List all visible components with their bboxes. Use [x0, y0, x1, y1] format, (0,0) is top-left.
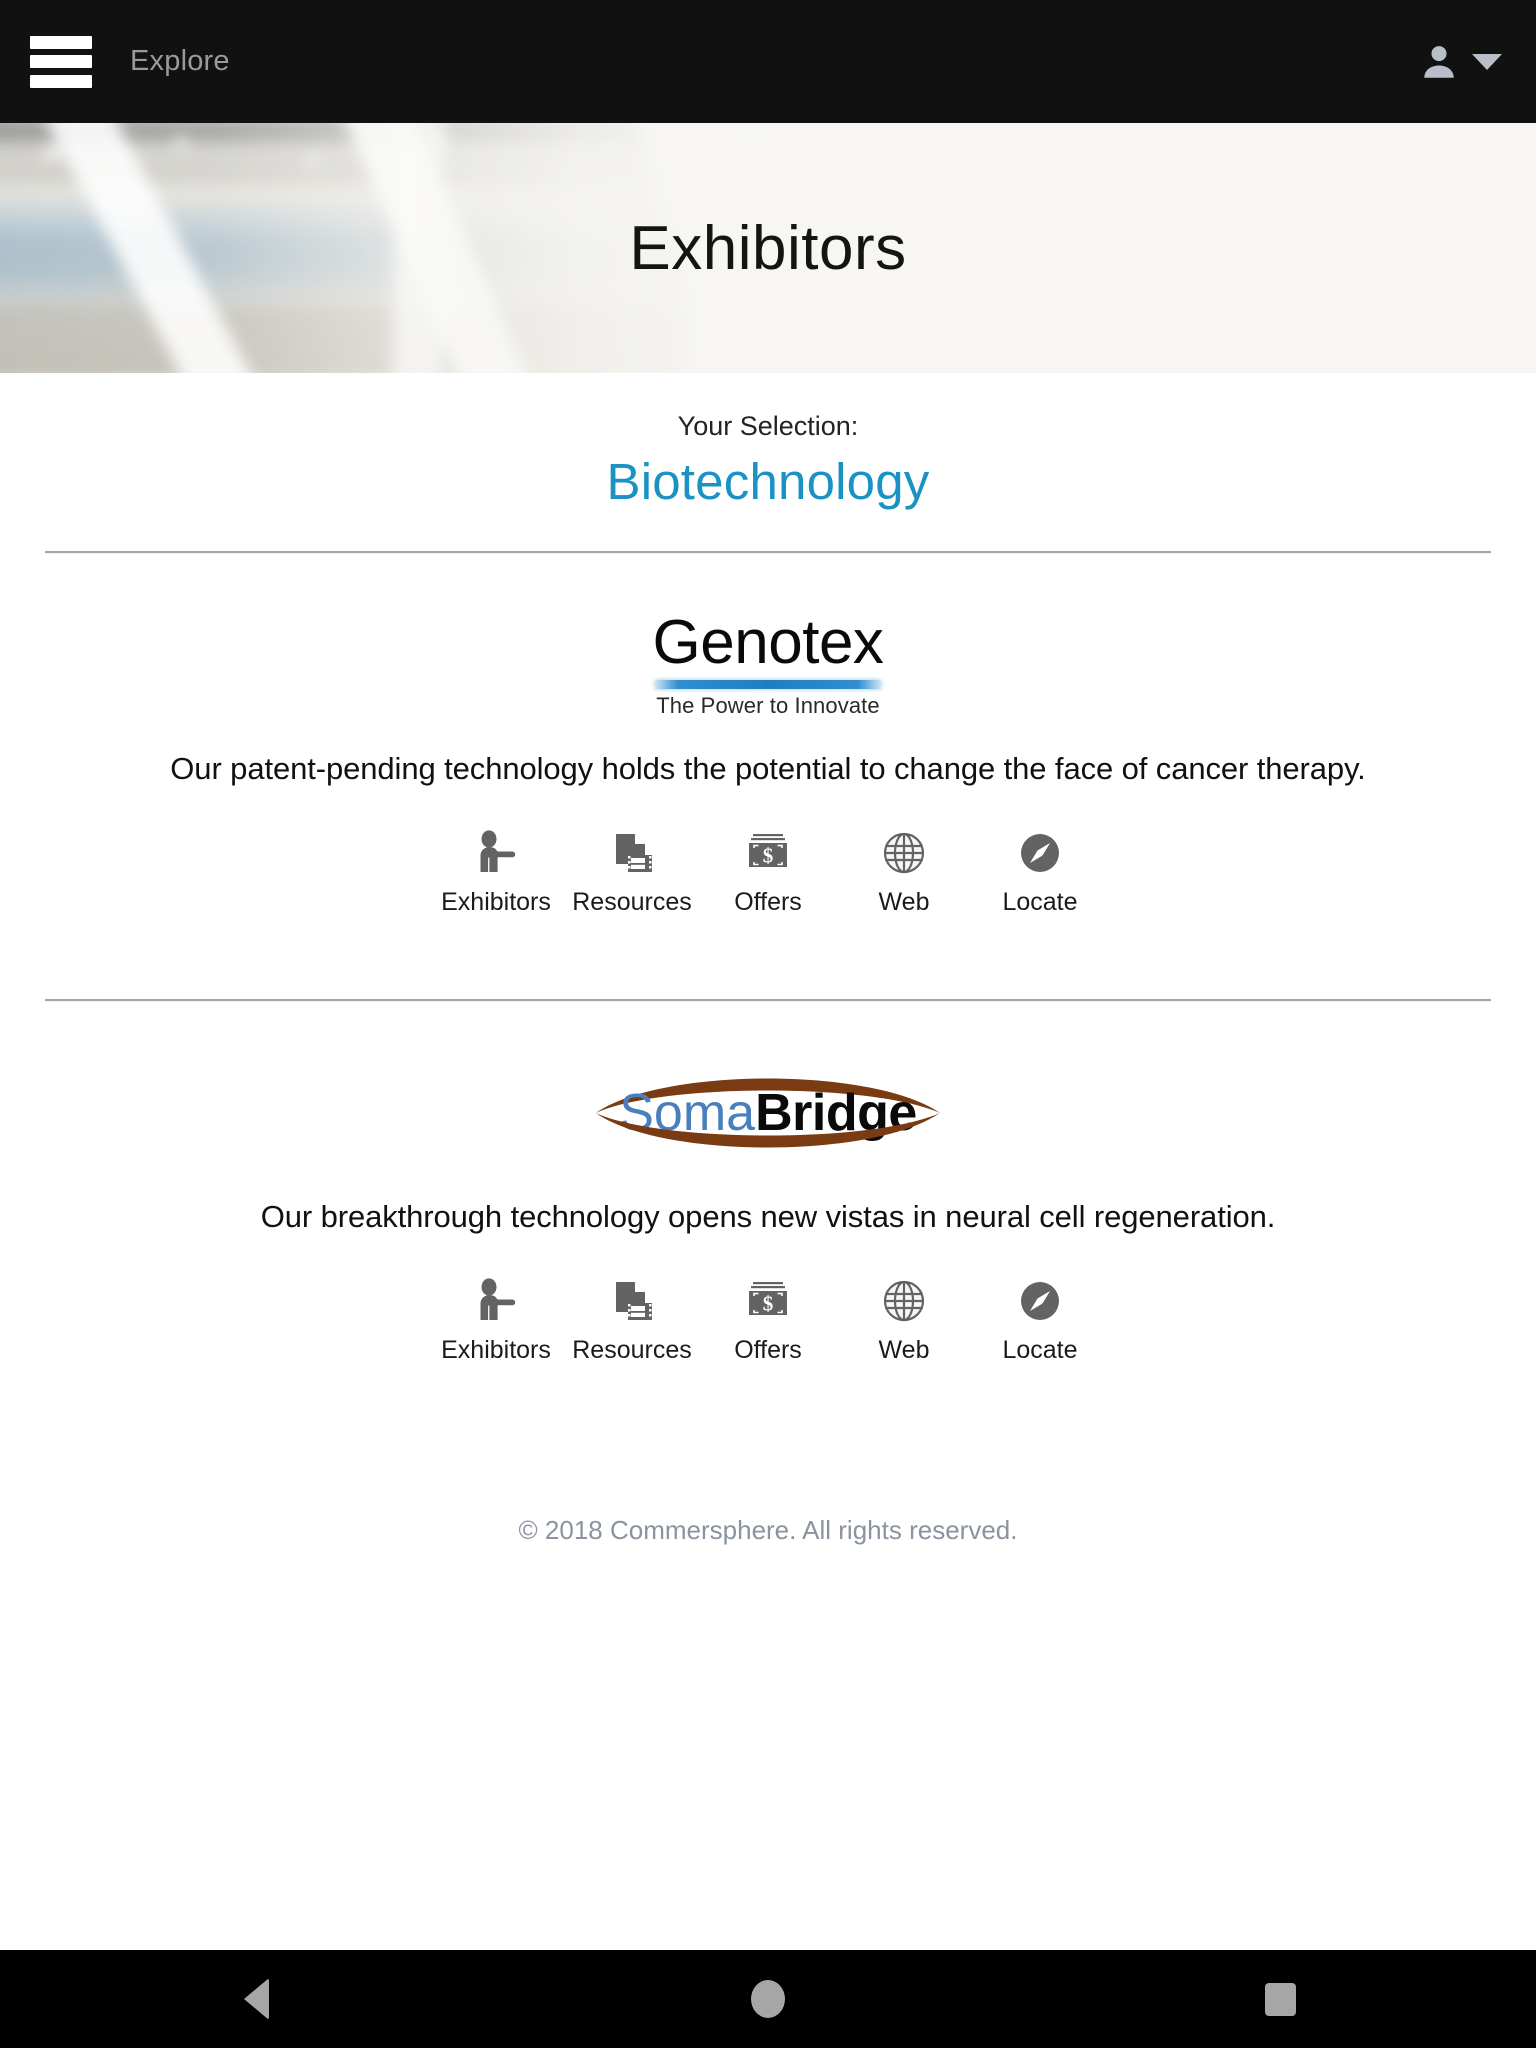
compass-icon: [1016, 821, 1064, 877]
exhibitor-card: SomaBridge Our breakthrough technology o…: [0, 1001, 1536, 1407]
document-media-icon: [608, 1269, 656, 1325]
action-exhibitors[interactable]: Exhibitors: [428, 821, 564, 917]
action-label: Exhibitors: [441, 1336, 551, 1364]
action-label: Web: [878, 888, 930, 916]
action-label: Resources: [572, 888, 692, 916]
document-media-icon: [608, 821, 656, 877]
selection-summary: Your Selection: Biotechnology: [0, 411, 1536, 511]
android-navigation-bar: [0, 1950, 1536, 2048]
exhibitor-description: Our breakthrough technology opens new vi…: [260, 1199, 1276, 1234]
selection-value: Biotechnology: [606, 453, 930, 510]
chevron-down-icon: [1472, 53, 1502, 70]
recents-square-icon: [1264, 1982, 1296, 2016]
compass-icon: [1016, 1269, 1064, 1325]
action-label: Resources: [572, 1336, 692, 1364]
hero-banner: Exhibitors: [0, 123, 1536, 373]
action-web[interactable]: Web: [836, 821, 972, 917]
hamburger-bar: [30, 35, 92, 49]
exhibitor-person-icon: [472, 1269, 520, 1325]
action-offers[interactable]: $ Offers: [700, 1269, 836, 1365]
appbar-title[interactable]: Explore: [130, 45, 230, 78]
banknote-dollar-icon: $: [744, 821, 792, 877]
action-resources[interactable]: Resources: [564, 821, 700, 917]
genotex-logo-name: Genotex: [652, 607, 884, 677]
action-label: Locate: [1002, 888, 1078, 916]
selection-label: Your Selection:: [677, 411, 859, 441]
action-web[interactable]: Web: [836, 1269, 972, 1365]
action-label: Offers: [734, 1336, 802, 1364]
action-locate[interactable]: Locate: [972, 821, 1108, 917]
nav-recents-button[interactable]: [1190, 1950, 1370, 2048]
banknote-dollar-icon: $: [744, 1269, 792, 1325]
globe-icon: [880, 821, 928, 877]
page-title: Exhibitors: [629, 213, 907, 283]
exhibitor-action-row: Exhibitors Resources $ Offers Web Locate: [0, 821, 1536, 917]
nav-home-button[interactable]: [678, 1950, 858, 2048]
page-content: Your Selection: Biotechnology Genotex Th…: [0, 373, 1536, 2048]
account-menu-button[interactable]: [1418, 41, 1502, 83]
exhibitor-description: Our patent-pending technology holds the …: [170, 751, 1366, 786]
globe-icon: [880, 1269, 928, 1325]
hamburger-menu-icon[interactable]: [30, 35, 92, 88]
action-locate[interactable]: Locate: [972, 1269, 1108, 1365]
somabridge-arc-bottom-icon: [591, 1109, 945, 1165]
genotex-logo-bar: [654, 679, 882, 689]
exhibitor-logo[interactable]: SomaBridge: [0, 1053, 1536, 1173]
action-label: Web: [878, 1336, 930, 1364]
genotex-logo-tagline: The Power to Innovate: [656, 692, 880, 718]
nav-back-button[interactable]: [166, 1950, 346, 2048]
action-label: Locate: [1002, 1336, 1078, 1364]
action-exhibitors[interactable]: Exhibitors: [428, 1269, 564, 1365]
app-screen: Explore Exhibitors Your Selection: Biote…: [0, 0, 1536, 2048]
action-resources[interactable]: Resources: [564, 1269, 700, 1365]
exhibitor-logo[interactable]: Genotex The Power to Innovate: [0, 605, 1536, 725]
somabridge-logo: SomaBridge: [585, 1067, 951, 1159]
genotex-logo: Genotex The Power to Innovate: [652, 607, 884, 719]
svg-text:$: $: [763, 1292, 774, 1316]
exhibitor-card: Genotex The Power to Innovate Our patent…: [0, 553, 1536, 959]
action-label: Offers: [734, 888, 802, 916]
user-avatar-icon: [1424, 45, 1454, 78]
svg-text:$: $: [763, 844, 774, 868]
exhibitor-person-icon: [472, 821, 520, 877]
top-app-bar: Explore: [0, 0, 1536, 123]
exhibitor-action-row: Exhibitors Resources $ Offers Web Locate: [0, 1269, 1536, 1365]
footer-copyright: © 2018 Commersphere. All rights reserved…: [518, 1515, 1018, 1545]
back-triangle-icon: [243, 1978, 269, 2020]
hamburger-bar: [30, 55, 92, 68]
hamburger-bar: [30, 74, 92, 88]
home-circle-icon: [751, 1980, 785, 2018]
action-label: Exhibitors: [441, 888, 551, 916]
action-offers[interactable]: $ Offers: [700, 821, 836, 917]
